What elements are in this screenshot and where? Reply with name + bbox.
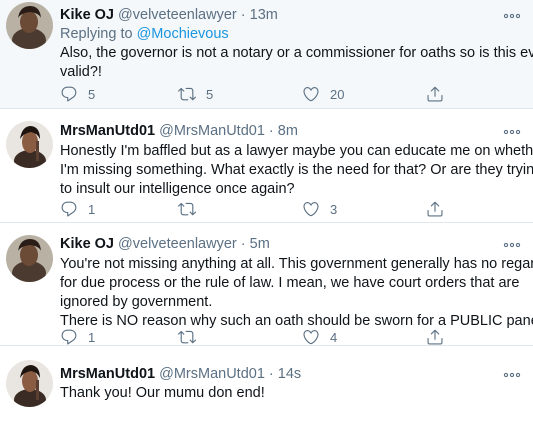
retweet-icon — [178, 328, 196, 346]
user-handle[interactable]: @MrsManUtd01 — [159, 123, 265, 139]
display-name[interactable]: MrsManUtd01 — [60, 366, 155, 382]
user-handle[interactable]: @velveteenlawyer — [118, 236, 237, 252]
share-icon — [426, 200, 444, 218]
tweet-text-line: Also, the governor is not a notary or a … — [60, 45, 533, 61]
tweet-text-line: You're not missing anything at all. This… — [60, 256, 533, 272]
share-icon — [426, 328, 444, 346]
tweet-header: Kike OJ @velveteenlawyer · 13m — [60, 7, 278, 25]
retweet-count: 5 — [206, 86, 214, 102]
reply-count: 1 — [88, 201, 96, 217]
retweet-button[interactable] — [178, 327, 196, 347]
reply-button[interactable]: 1 — [60, 199, 95, 219]
reply-icon — [60, 328, 78, 346]
timestamp[interactable]: 13m — [250, 7, 278, 23]
action-bar: 1 4 — [60, 327, 460, 347]
more-icon[interactable] — [503, 10, 521, 22]
tweet-4[interactable]: MrsManUtd01 @MrsManUtd01 · 14s Thank you… — [0, 346, 533, 437]
tweet-2[interactable]: MrsManUtd01 @MrsManUtd01 · 8m Honestly I… — [0, 109, 533, 221]
share-button[interactable] — [426, 199, 444, 219]
timestamp[interactable]: 5m — [250, 236, 270, 252]
heart-icon — [302, 200, 320, 218]
separator-dot: · — [268, 366, 274, 382]
tweet-header: MrsManUtd01 @MrsManUtd01 · 14s — [60, 366, 301, 384]
avatar[interactable] — [6, 2, 53, 49]
user-handle[interactable]: @velveteenlawyer — [118, 7, 237, 23]
action-bar: 1 3 — [60, 199, 460, 219]
like-button[interactable]: 20 — [302, 84, 344, 104]
avatar[interactable] — [6, 235, 53, 282]
tweet-text-line: to insult our intelligence once again? — [60, 181, 295, 197]
replying-to-label: Replying to — [60, 26, 133, 42]
share-icon — [426, 85, 444, 103]
share-button[interactable] — [426, 327, 444, 347]
user-handle[interactable]: @MrsManUtd01 — [159, 366, 265, 382]
separator-dot: · — [240, 236, 246, 252]
tweet-3[interactable]: Kike OJ @velveteenlawyer · 5m You're not… — [0, 223, 533, 345]
more-icon[interactable] — [503, 369, 521, 381]
display-name[interactable]: Kike OJ — [60, 7, 114, 23]
display-name[interactable]: MrsManUtd01 — [60, 123, 155, 139]
timestamp[interactable]: 8m — [278, 123, 298, 139]
tweet-text-line: ignored by government. — [60, 294, 213, 310]
timestamp[interactable]: 14s — [278, 366, 301, 382]
more-icon[interactable] — [503, 126, 521, 138]
tweet-text: You're not missing anything at all. This… — [60, 255, 533, 331]
action-bar: 5 5 20 — [60, 84, 460, 104]
tweet-1[interactable]: Kike OJ @velveteenlawyer · 13m Replying … — [0, 0, 533, 108]
tweet-header: Kike OJ @velveteenlawyer · 5m — [60, 236, 270, 254]
reply-button[interactable]: 5 — [60, 84, 95, 104]
display-name[interactable]: Kike OJ — [60, 236, 114, 252]
tweet-text: Honestly I'm baffled but as a lawyer may… — [60, 142, 533, 199]
reply-button[interactable]: 1 — [60, 327, 95, 347]
reply-count: 5 — [88, 86, 96, 102]
retweet-icon — [178, 200, 196, 218]
separator-dot: · — [240, 7, 246, 23]
reply-count: 1 — [88, 329, 96, 345]
reply-icon — [60, 200, 78, 218]
more-icon[interactable] — [503, 239, 521, 251]
like-count: 3 — [330, 201, 338, 217]
avatar[interactable] — [6, 360, 53, 407]
mention-link[interactable]: @Mochievous — [137, 26, 229, 42]
like-count: 20 — [330, 86, 345, 102]
like-button[interactable]: 3 — [302, 199, 337, 219]
share-button[interactable] — [426, 84, 444, 104]
reply-icon — [60, 85, 78, 103]
tweet-text-line: valid?! — [60, 64, 102, 80]
tweet-text-line: Thank you! Our mumu don end! — [60, 385, 265, 401]
retweet-button[interactable]: 5 — [178, 84, 213, 104]
heart-icon — [302, 85, 320, 103]
separator-dot: · — [268, 123, 274, 139]
like-button[interactable]: 4 — [302, 327, 337, 347]
tweet-text-line: Honestly I'm baffled but as a lawyer may… — [60, 143, 533, 159]
replying-to: Replying to @Mochievous — [60, 26, 229, 42]
like-count: 4 — [330, 329, 338, 345]
tweet-text: Thank you! Our mumu don end! — [60, 384, 525, 403]
tweet-text: Also, the governor is not a notary or a … — [60, 44, 533, 82]
retweet-icon — [178, 85, 196, 103]
tweet-header: MrsManUtd01 @MrsManUtd01 · 8m — [60, 123, 298, 141]
tweet-text-line: for due process or the rule of law. I me… — [60, 275, 520, 291]
retweet-button[interactable] — [178, 199, 196, 219]
avatar[interactable] — [6, 121, 53, 168]
heart-icon — [302, 328, 320, 346]
tweet-text-line: I'm missing something. What exactly is t… — [60, 162, 533, 178]
